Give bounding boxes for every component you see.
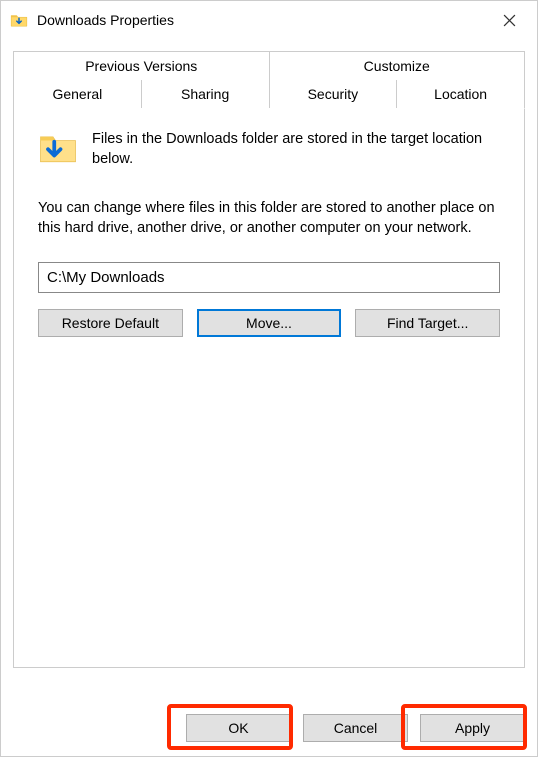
location-button-row: Restore Default Move... Find Target... — [38, 309, 500, 337]
tab-location[interactable]: Location — [397, 80, 525, 109]
properties-dialog: Downloads Properties Previous Versions C… — [0, 0, 538, 757]
dialog-footer: OK Cancel Apply — [186, 714, 525, 742]
description-secondary: You can change where files in this folde… — [38, 199, 500, 238]
titlebar: Downloads Properties — [1, 1, 537, 39]
close-button[interactable] — [489, 5, 529, 35]
tab-security[interactable]: Security — [270, 80, 398, 109]
close-icon — [503, 14, 516, 27]
apply-button[interactable]: Apply — [420, 714, 525, 742]
tab-customize[interactable]: Customize — [270, 51, 526, 80]
tab-sharing[interactable]: Sharing — [142, 80, 270, 109]
find-target-button[interactable]: Find Target... — [355, 309, 500, 337]
description-primary: Files in the Downloads folder are stored… — [92, 128, 500, 169]
content-area: Previous Versions Customize General Shar… — [13, 51, 525, 691]
tabs-row-2: General Sharing Security Location — [13, 80, 525, 109]
tab-previous-versions[interactable]: Previous Versions — [13, 51, 270, 80]
ok-button[interactable]: OK — [186, 714, 291, 742]
tab-body-location: Files in the Downloads folder are stored… — [13, 108, 525, 668]
restore-default-button[interactable]: Restore Default — [38, 309, 183, 337]
cancel-button[interactable]: Cancel — [303, 714, 408, 742]
description-row: Files in the Downloads folder are stored… — [38, 128, 500, 169]
location-path-input[interactable] — [38, 262, 500, 293]
downloads-folder-icon — [38, 128, 78, 168]
tabs-row-1: Previous Versions Customize — [13, 51, 525, 80]
tab-general[interactable]: General — [13, 80, 142, 109]
window-title: Downloads Properties — [37, 12, 489, 28]
downloads-folder-icon — [9, 10, 29, 30]
move-button[interactable]: Move... — [197, 309, 342, 337]
